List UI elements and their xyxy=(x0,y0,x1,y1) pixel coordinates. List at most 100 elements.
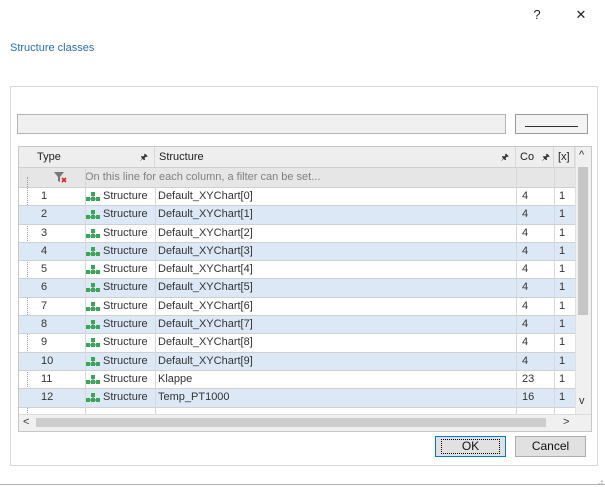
row-type: Structure xyxy=(103,354,148,367)
table-row[interactable]: 12 Structure Temp_PT1000 16 1 xyxy=(19,389,575,408)
row-type: Structure xyxy=(103,281,148,294)
horizontal-scroll-thumb[interactable] xyxy=(36,418,546,427)
row-number: 5 xyxy=(41,263,48,276)
filter-clear-icon[interactable] xyxy=(53,171,67,184)
scroll-down-icon[interactable]: v xyxy=(579,395,585,407)
ok-button[interactable]: OK xyxy=(435,436,506,457)
row-x: 1 xyxy=(559,318,566,331)
row-x: 1 xyxy=(559,226,566,239)
table-row[interactable]: 10 Structure Default_XYChart[9] 4 1 xyxy=(19,352,575,371)
row-co: 4 xyxy=(522,336,529,349)
structure-icon xyxy=(86,283,100,293)
row-number: 3 xyxy=(41,226,48,239)
row-x: 1 xyxy=(559,391,566,404)
help-button[interactable]: ? xyxy=(522,0,552,30)
structure-grid[interactable]: Type 🖈︎ Structure 🖈︎ Co 🖈︎ [x] On this l… xyxy=(18,146,592,432)
row-structure-name: Default_XYChart[2] xyxy=(158,226,253,239)
row-number: 6 xyxy=(41,281,48,294)
row-co: 4 xyxy=(522,318,529,331)
help-icon: ? xyxy=(533,7,541,22)
table-row[interactable]: 11 Structure Klappe 23 1 xyxy=(19,371,575,390)
table-row[interactable]: 7 Structure Default_XYChart[6] 4 1 xyxy=(19,298,575,317)
row-structure-name: Default_XYChart[1] xyxy=(158,208,253,221)
table-row[interactable]: 5 Structure Default_XYChart[4] 4 1 xyxy=(19,261,575,280)
row-co: 4 xyxy=(522,190,529,202)
row-structure-name: Default_XYChart[3] xyxy=(158,244,253,257)
vertical-scrollbar[interactable]: ^ v xyxy=(575,147,591,415)
row-x: 1 xyxy=(559,372,566,385)
row-number: 1 xyxy=(41,190,48,202)
section-title: Structure classes xyxy=(10,42,95,54)
row-structure-name: Default_XYChart[7] xyxy=(158,318,253,331)
table-row[interactable]: 3 Structure Default_XYChart[2] 4 1 xyxy=(19,225,575,243)
table-row[interactable]: 8 Structure Default_XYChart[7] 4 1 xyxy=(19,316,575,335)
horizontal-scrollbar[interactable]: < > xyxy=(19,414,591,431)
row-structure-name: Default_XYChart[0] xyxy=(158,190,253,202)
table-row[interactable]: 4 Structure Default_XYChart[3] 4 1 xyxy=(19,242,575,262)
column-header-type[interactable]: Type 🖈︎ xyxy=(33,147,155,167)
pin-icon[interactable]: 🖈︎ xyxy=(140,147,148,167)
row-x: 1 xyxy=(559,281,566,294)
row-number: 4 xyxy=(41,244,48,257)
row-co: 4 xyxy=(522,226,529,239)
row-structure-name: Default_XYChart[5] xyxy=(158,281,253,294)
row-co: 4 xyxy=(522,263,529,276)
pin-icon[interactable]: 🖈︎ xyxy=(501,147,509,167)
table-row[interactable]: 2 Structure Default_XYChart[1] 4 1 xyxy=(19,206,575,225)
close-button[interactable]: ✕ xyxy=(566,0,596,30)
vertical-scroll-thumb[interactable] xyxy=(578,167,588,315)
row-structure-name: Default_XYChart[8] xyxy=(158,336,253,349)
grid-header: Type 🖈︎ Structure 🖈︎ Co 🖈︎ [x] xyxy=(19,147,575,168)
close-icon: ✕ xyxy=(575,7,587,22)
filter-row[interactable]: On this line for each column, a filter c… xyxy=(19,168,575,188)
structure-icon xyxy=(86,228,100,238)
row-structure-name: Temp_PT1000 xyxy=(158,391,230,404)
row-number: 11 xyxy=(41,372,53,385)
structure-icon xyxy=(86,393,100,403)
row-co: 4 xyxy=(522,208,529,221)
path-field[interactable] xyxy=(17,114,506,134)
row-type: Structure xyxy=(103,263,148,276)
structure-icon xyxy=(86,246,100,256)
table-row[interactable]: 9 Structure Default_XYChart[8] 4 1 xyxy=(19,334,575,353)
filter-placeholder: On this line for each column, a filter c… xyxy=(85,171,321,183)
table-row[interactable]: 6 Structure Default_XYChart[5] 4 1 xyxy=(19,279,575,298)
row-structure-name: Default_XYChart[6] xyxy=(158,299,253,312)
structure-icon xyxy=(86,320,100,330)
browse-button[interactable] xyxy=(515,114,588,134)
row-x: 1 xyxy=(559,354,566,367)
row-type: Structure xyxy=(103,391,148,404)
row-x: 1 xyxy=(559,244,566,257)
structure-icon xyxy=(86,192,100,201)
column-header-structure[interactable]: Structure 🖈︎ xyxy=(155,147,516,167)
row-structure-name: Klappe xyxy=(158,372,193,385)
row-co: 4 xyxy=(522,244,529,257)
scroll-up-icon[interactable]: ^ xyxy=(579,149,584,161)
column-header-x[interactable]: [x] xyxy=(554,147,575,167)
row-x: 1 xyxy=(559,336,566,349)
row-co: 16 xyxy=(522,391,535,404)
cancel-button[interactable]: Cancel xyxy=(515,436,586,457)
structure-icon xyxy=(86,374,100,384)
structure-icon xyxy=(86,210,100,220)
row-type: Structure xyxy=(103,299,148,312)
scroll-right-icon[interactable]: > xyxy=(563,416,569,428)
row-number: 9 xyxy=(41,336,48,349)
row-co: 23 xyxy=(522,372,535,385)
row-x: 1 xyxy=(559,299,566,312)
row-co: 4 xyxy=(522,281,529,294)
structure-icon xyxy=(86,301,100,311)
row-x: 1 xyxy=(559,190,566,202)
row-type: Structure xyxy=(103,244,148,257)
pin-icon[interactable]: 🖈︎ xyxy=(542,147,550,167)
row-co: 4 xyxy=(522,354,529,367)
row-type: Structure xyxy=(103,226,148,239)
row-type: Structure xyxy=(103,372,148,385)
scroll-left-icon[interactable]: < xyxy=(23,416,29,428)
row-number: 12 xyxy=(41,391,54,404)
row-x: 1 xyxy=(559,208,566,221)
row-type: Structure xyxy=(103,208,148,221)
table-row[interactable]: 1 Structure Default_XYChart[0] 4 1 xyxy=(19,188,575,207)
column-header-co[interactable]: Co 🖈︎ xyxy=(516,147,554,167)
row-number: 10 xyxy=(41,354,54,367)
